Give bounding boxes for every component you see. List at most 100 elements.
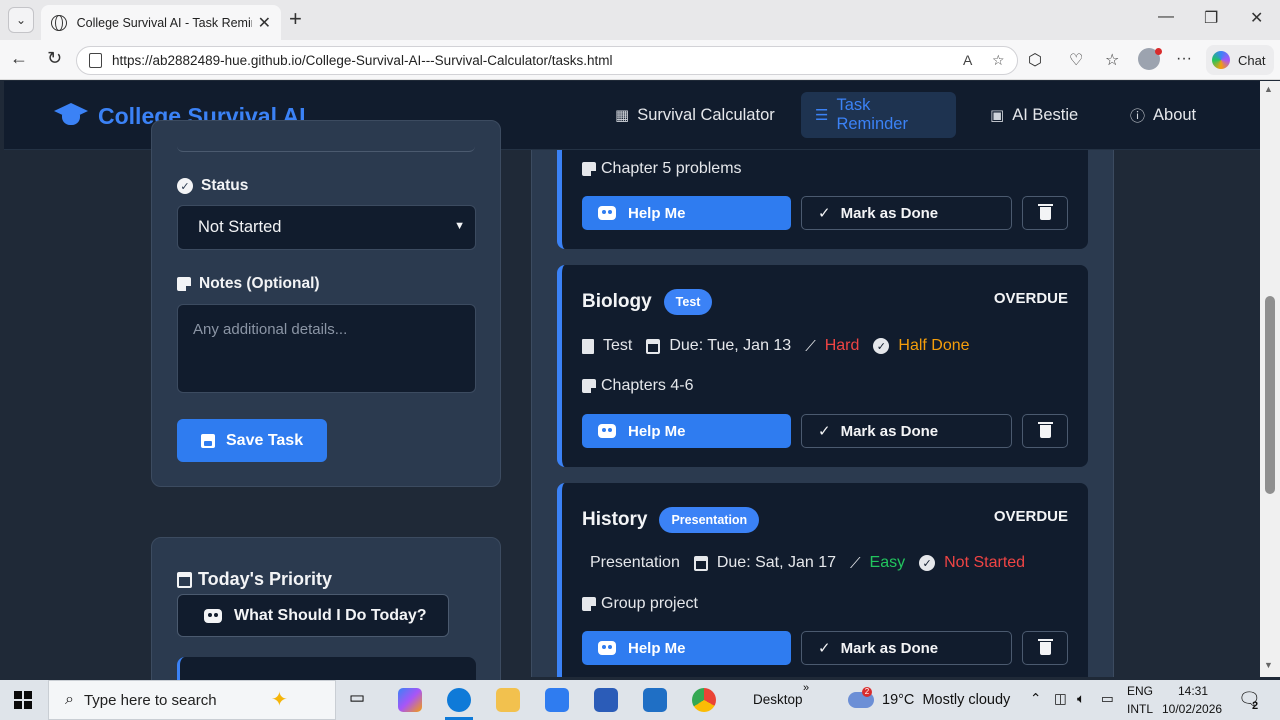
save-task-button[interactable]: Save Task	[177, 419, 327, 462]
back-icon[interactable]: ←	[10, 48, 28, 69]
extensions-icon[interactable]: ⬡	[1028, 50, 1042, 70]
task-type-badge: Presentation	[659, 507, 760, 533]
nav-about[interactable]: ⓘ About	[1116, 92, 1210, 138]
browser-tab-bar: ⌄ College Survival AI - Task Reminder ✕ …	[0, 0, 1280, 40]
site-info-icon[interactable]	[89, 53, 102, 68]
read-aloud-icon[interactable]: A	[963, 52, 972, 68]
browser-tab[interactable]: College Survival AI - Task Reminder ✕	[41, 5, 281, 40]
microsoft-store-icon[interactable]	[545, 688, 569, 712]
calculator-icon: ▦	[615, 107, 630, 124]
file-explorer-icon[interactable]	[496, 688, 520, 712]
notes-textarea[interactable]: Any additional details...	[177, 304, 476, 393]
help-me-button[interactable]: Help Me	[582, 631, 791, 665]
windows-start-icon[interactable]	[14, 691, 32, 709]
taskbar-search-placeholder: Type here to search	[83, 691, 217, 709]
info-icon: ⓘ	[1130, 107, 1146, 125]
mark-as-done-button[interactable]: ✓ Mark as Done	[801, 196, 1012, 230]
search-icon: ⌕	[65, 691, 74, 708]
help-me-button[interactable]: Help Me	[582, 196, 791, 230]
status-select-value: Not Started	[198, 218, 282, 236]
overdue-badge: OVERDUE	[993, 508, 1068, 525]
clock-time[interactable]: 14:31	[1178, 684, 1208, 698]
priority-title-text: Today's Priority	[198, 569, 332, 589]
tab-list-button[interactable]: ⌄	[8, 7, 34, 33]
task-view-icon[interactable]: ▭	[349, 688, 373, 712]
help-me-button[interactable]: Help Me	[582, 414, 791, 448]
restore-button[interactable]: ❐	[1204, 8, 1218, 28]
delete-task-button[interactable]	[1022, 414, 1068, 448]
scrollbar-thumb[interactable]	[1265, 296, 1275, 494]
clock-date[interactable]: 10/02/2026	[1162, 702, 1222, 716]
taskbar-search[interactable]: ⌕ Type here to search ✦	[48, 680, 336, 720]
mark-as-done-label: Mark as Done	[840, 422, 939, 440]
new-tab-button[interactable]: +	[289, 8, 302, 30]
previous-field[interactable]	[177, 121, 475, 152]
help-me-label: Help Me	[628, 639, 686, 657]
trash-icon	[1037, 421, 1053, 438]
nav-ai-bestie[interactable]: ▣ AI Bestie	[976, 92, 1092, 138]
weather-text[interactable]: 19°C Mostly cloudy	[882, 692, 1010, 708]
close-window-button[interactable]: ✕	[1250, 8, 1263, 28]
favorite-star-icon[interactable]: ☆	[992, 52, 1005, 69]
check-icon: ✓	[818, 640, 831, 657]
task-note: Chapters 4-6	[582, 377, 694, 395]
minimize-button[interactable]: —	[1158, 8, 1174, 26]
volume-icon[interactable]: 🔈︎	[1077, 691, 1085, 707]
sticky-note-icon	[582, 597, 596, 611]
mark-as-done-label: Mark as Done	[840, 639, 939, 657]
word-icon[interactable]	[594, 688, 618, 712]
nav-link-label: Survival Calculator	[637, 105, 775, 124]
task-note: Group project	[582, 595, 698, 613]
task-header: History Presentation	[582, 507, 760, 533]
browser-essentials-icon[interactable]: ♡	[1069, 50, 1083, 70]
mark-as-done-button[interactable]: ✓ Mark as Done	[801, 414, 1012, 448]
meet-now-icon[interactable]: ◫	[1054, 691, 1067, 707]
copilot-chat-button[interactable]: Chat	[1206, 45, 1274, 75]
desktop-toolbar-label[interactable]: Desktop	[753, 692, 803, 707]
outlook-icon[interactable]	[643, 688, 667, 712]
help-me-label: Help Me	[628, 204, 686, 222]
nav-task-reminder[interactable]: ☰ Task Reminder	[801, 92, 956, 138]
address-bar-row: ← ↻ https://ab2882489-hue.github.io/Coll…	[0, 40, 1280, 80]
profile-notification-dot	[1155, 48, 1162, 55]
weather-alert-badge: 2	[862, 687, 872, 697]
language-indicator[interactable]: ENG	[1127, 684, 1153, 698]
battery-icon[interactable]: ▭	[1101, 691, 1114, 707]
favorites-icon[interactable]: ☆	[1105, 50, 1119, 70]
windows-taskbar: ⌕ Type here to search ✦ ▭ Desktop » 2 19…	[0, 680, 1280, 720]
task-status: Not Started	[944, 554, 1026, 571]
globe-icon	[51, 14, 67, 31]
more-menu-icon[interactable]: ···	[1176, 50, 1192, 68]
sticky-note-icon	[582, 162, 596, 176]
status-select[interactable]: Not Started ▼	[177, 205, 476, 250]
show-hidden-icons[interactable]: ⌃	[1030, 691, 1041, 707]
graduation-cap-icon	[52, 101, 90, 131]
scroll-up-arrow[interactable]: ▲	[1264, 84, 1273, 94]
robot-icon	[204, 608, 222, 623]
delete-task-button[interactable]	[1022, 631, 1068, 665]
scroll-down-arrow[interactable]: ▼	[1264, 660, 1273, 670]
nav-survival-calculator[interactable]: ▦ Survival Calculator	[601, 92, 789, 138]
check-circle-icon: ✓	[919, 555, 936, 571]
check-icon: ✓	[818, 205, 831, 222]
copilot-app-icon[interactable]	[398, 688, 422, 712]
sticky-note-icon	[177, 277, 191, 291]
close-tab-icon[interactable]: ✕	[258, 13, 271, 33]
edge-browser-icon[interactable]	[447, 688, 471, 712]
check-circle-icon: ✓	[873, 338, 890, 354]
keyboard-layout-indicator[interactable]: INTL	[1127, 702, 1153, 716]
chrome-icon[interactable]	[692, 688, 716, 712]
mark-as-done-button[interactable]: ✓ Mark as Done	[801, 631, 1012, 665]
check-circle-icon: ✓	[177, 178, 193, 194]
nav-link-label: AI Bestie	[1012, 105, 1079, 124]
chat-label: Chat	[1238, 52, 1266, 68]
sticky-note-icon	[582, 379, 596, 393]
delete-task-button[interactable]	[1022, 196, 1068, 230]
robot-icon	[598, 206, 616, 220]
refresh-icon[interactable]: ↻	[47, 48, 62, 69]
status-label: ✓ Status	[177, 177, 248, 195]
toolbar-expand-icon[interactable]: »	[803, 682, 809, 694]
task-type-badge: Test	[663, 289, 713, 315]
url-input[interactable]: https://ab2882489-hue.github.io/College-…	[76, 46, 1018, 75]
what-should-i-do-button[interactable]: What Should I Do Today?	[177, 594, 449, 637]
